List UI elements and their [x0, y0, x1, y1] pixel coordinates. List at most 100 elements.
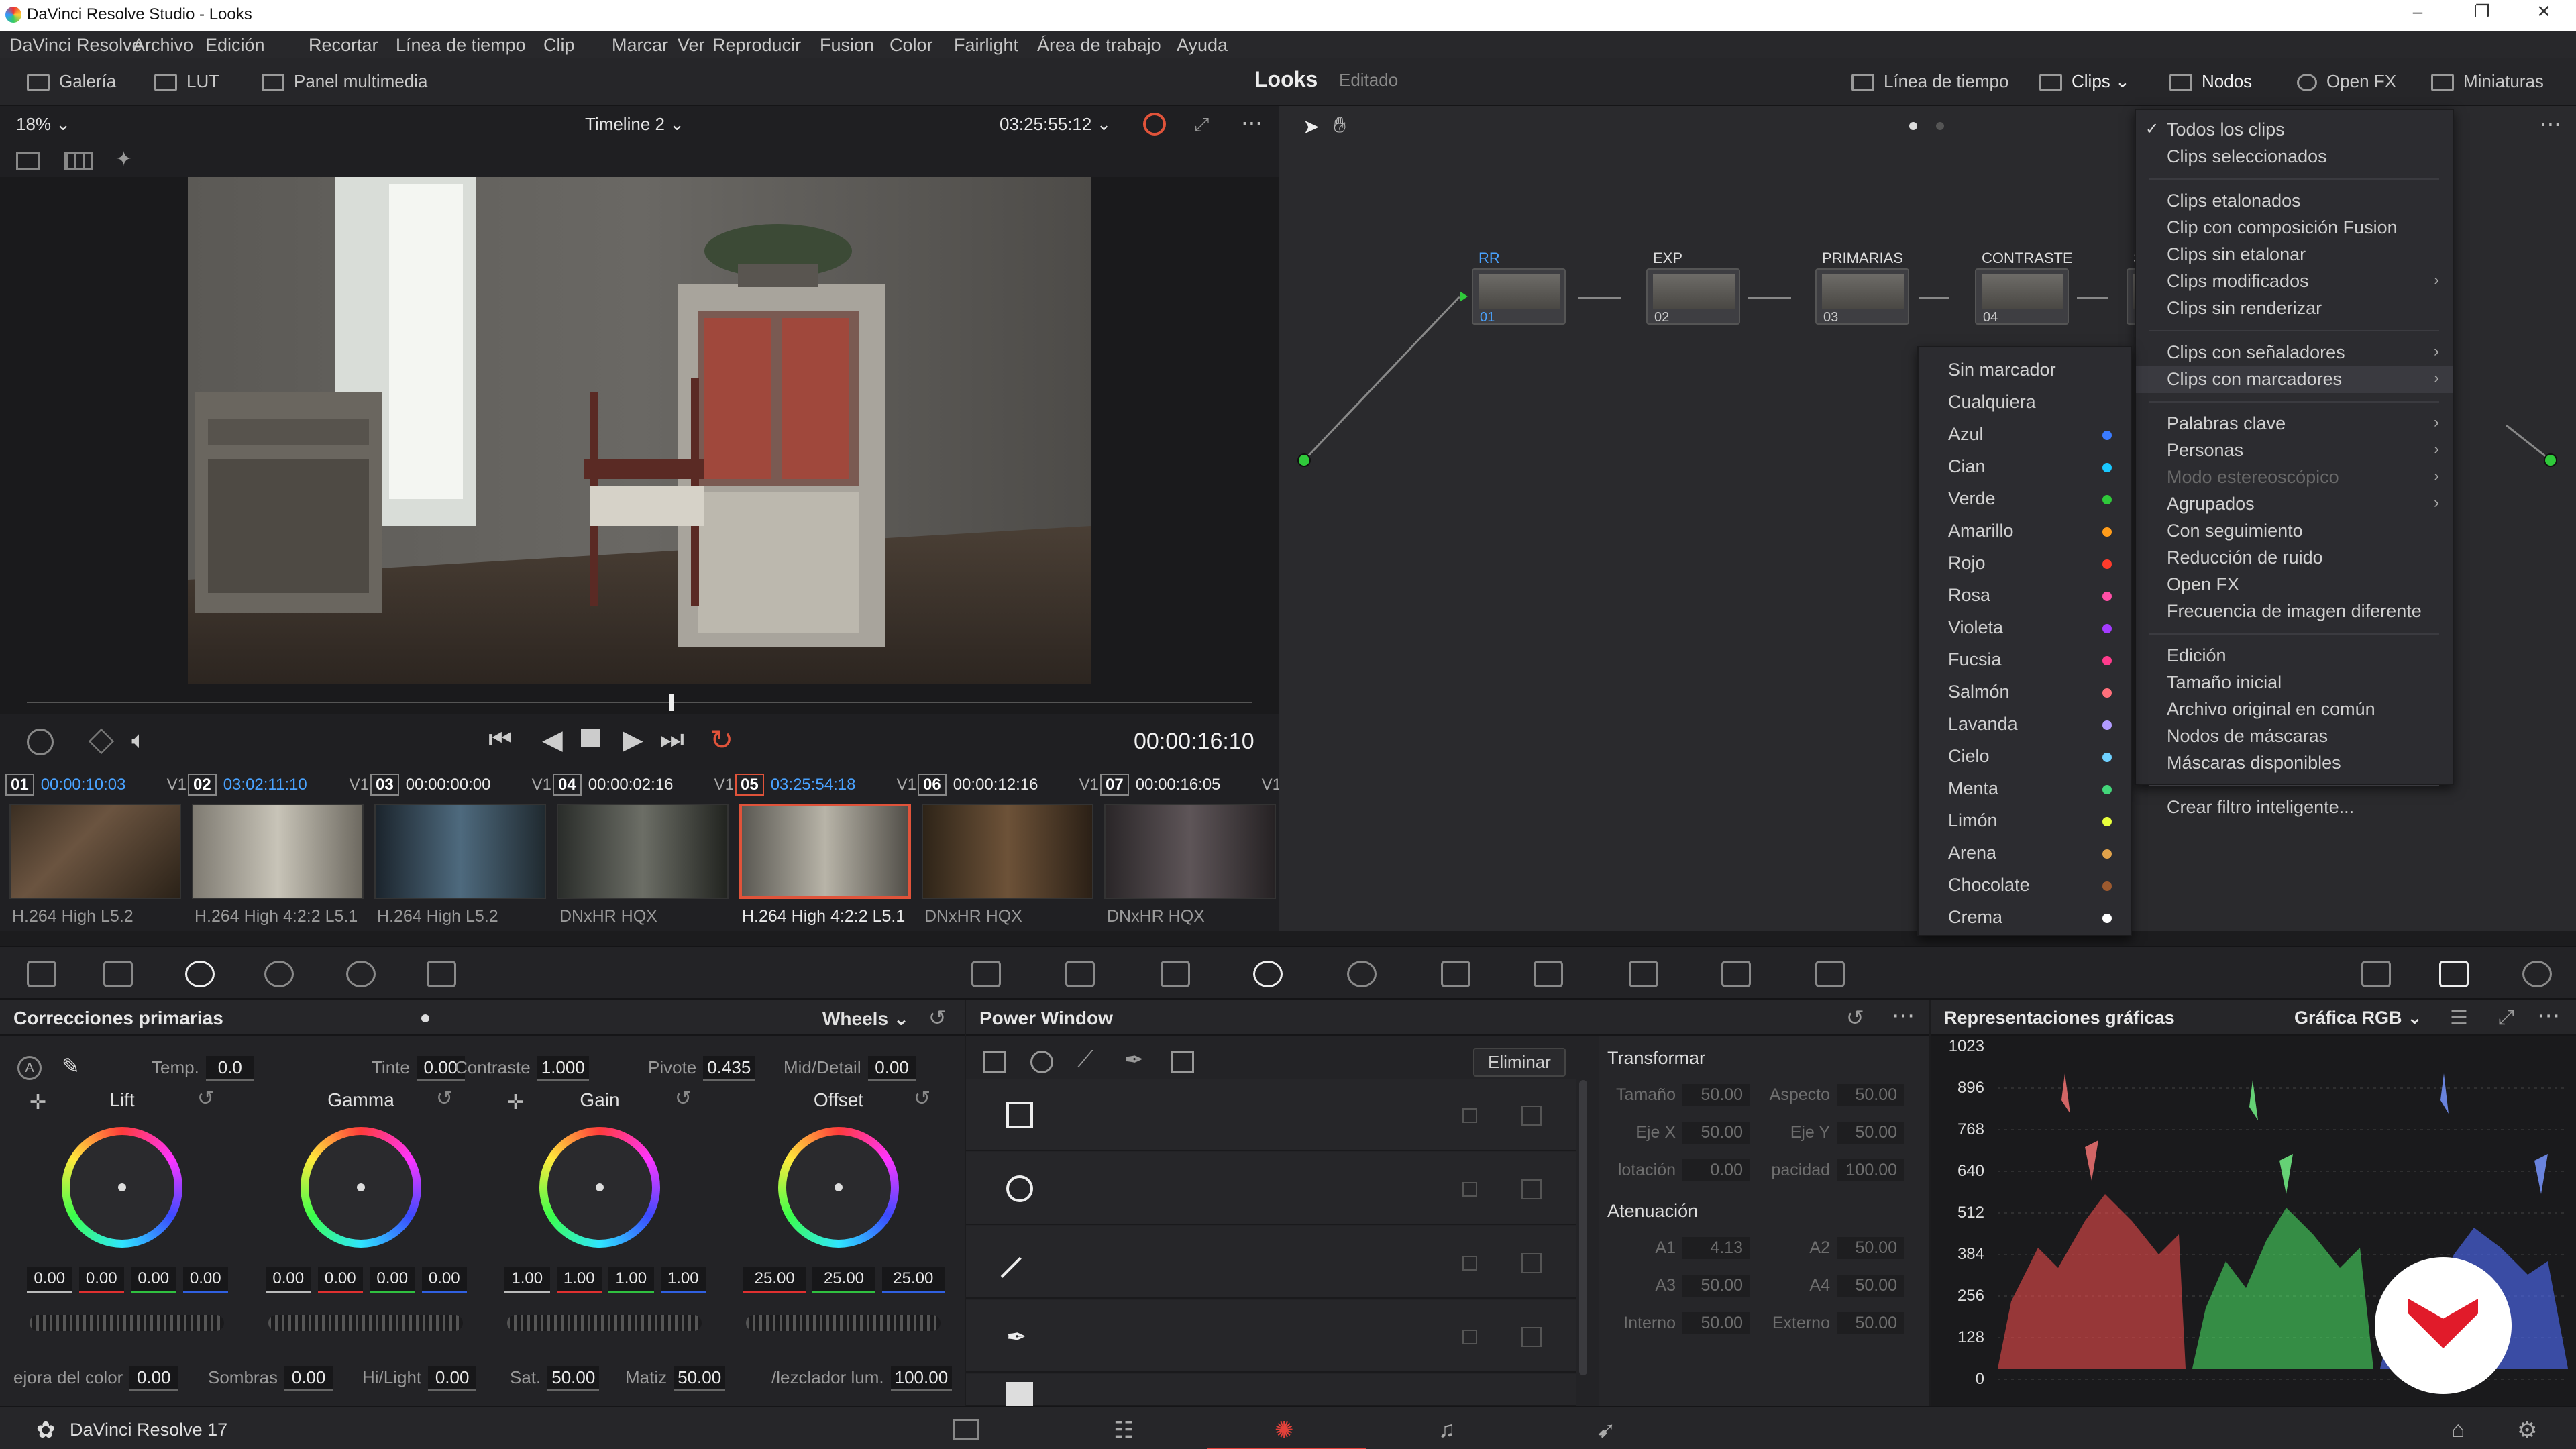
menu-item[interactable]: Frecuencia de imagen diferente: [2136, 598, 2453, 625]
param-value[interactable]: 0.00: [284, 1366, 333, 1391]
qualifier-icon[interactable]: [1161, 961, 1190, 987]
param-value[interactable]: 4.13: [1682, 1237, 1750, 1259]
node[interactable]: PRIMARIAS 03: [1815, 250, 1909, 325]
master-wheel[interactable]: [746, 1315, 941, 1331]
master-wheel[interactable]: [30, 1315, 224, 1331]
wheel-puck[interactable]: [118, 1183, 126, 1191]
color-page-tab[interactable]: ✺: [1208, 1407, 1366, 1449]
split-view-icon[interactable]: [64, 152, 93, 170]
menu-item[interactable]: Reproducir: [712, 35, 801, 56]
param-value[interactable]: 50.00: [1682, 1084, 1750, 1106]
param-value[interactable]: 50.00: [1837, 1275, 1904, 1297]
marker-option[interactable]: Lavanda: [1919, 710, 2131, 739]
zoom-select[interactable]: 18% ⌄: [16, 114, 70, 135]
go-to-end-icon[interactable]: ⏭: [660, 724, 684, 755]
reset-icon[interactable]: ↺: [436, 1087, 453, 1110]
go-to-start-icon[interactable]: ⏮: [488, 724, 513, 755]
clip-thumbnail[interactable]: 05 03:25:54:18 V1 H.264 High 4:2:2 L5.1: [735, 774, 916, 927]
param-value[interactable]: 50.00: [1837, 1237, 1904, 1259]
wheel-puck[interactable]: [835, 1183, 843, 1191]
param-value[interactable]: 0.00: [129, 1366, 178, 1391]
marker-option[interactable]: Rojo: [1919, 549, 2131, 578]
menu-item[interactable]: Clips modificados ›: [2136, 268, 2453, 295]
color-match-icon[interactable]: [103, 961, 133, 987]
add-curve-icon[interactable]: ✒︎: [1124, 1046, 1144, 1073]
media-page-icon[interactable]: [953, 1419, 979, 1440]
wheel-puck[interactable]: [357, 1183, 365, 1191]
magic-wand-icon[interactable]: ✦: [115, 148, 132, 171]
marker-option[interactable]: Fucsia: [1919, 645, 2131, 675]
clip-thumbnail[interactable]: 01 00:00:10:03 V1 H.264 High L5.2: [5, 774, 186, 927]
marker-option[interactable]: Cielo: [1919, 742, 2131, 771]
marker-option[interactable]: Crema: [1919, 903, 2131, 932]
menu-item[interactable]: Clips sin etalonar: [2136, 241, 2453, 268]
menu-item[interactable]: Clips etalonados: [2136, 188, 2453, 215]
menu-item[interactable]: Con seguimiento: [2136, 518, 2453, 545]
color-wheel[interactable]: [539, 1127, 660, 1248]
wheel-value[interactable]: 0.00: [27, 1267, 72, 1293]
menu-item[interactable]: Reducción de ruido: [2136, 545, 2453, 572]
color-wheel[interactable]: [301, 1127, 421, 1248]
volume-icon[interactable]: 🔈︎: [131, 726, 146, 755]
play-icon[interactable]: ▶: [623, 724, 643, 755]
clip-thumbnail[interactable]: 04 00:00:02:16 V1 DNxHR HQX: [553, 774, 734, 927]
reset-icon[interactable]: ↺: [197, 1087, 214, 1110]
param-value[interactable]: 100.00: [1837, 1159, 1904, 1181]
scopes-icon[interactable]: [2439, 961, 2469, 987]
wheel-value[interactable]: 0.00: [421, 1267, 467, 1293]
param-value[interactable]: 50.00: [674, 1366, 726, 1391]
single-view-icon[interactable]: [16, 152, 40, 170]
add-circle-icon[interactable]: [1030, 1051, 1053, 1073]
wheel-value[interactable]: 0.00: [131, 1267, 176, 1293]
lut-button[interactable]: LUT: [154, 71, 219, 92]
marker-option[interactable]: Amarillo: [1919, 517, 2131, 546]
wheel-value[interactable]: 25.00: [743, 1267, 806, 1293]
motion-effects-icon[interactable]: [427, 961, 456, 987]
clip-thumbnail[interactable]: 07 00:00:16:05 V1 DNxHR HQX: [1100, 774, 1281, 927]
menu-item[interactable]: Fairlight: [954, 35, 1018, 56]
menu-item[interactable]: Clip: [543, 35, 575, 56]
hdr-wheels-icon[interactable]: [264, 961, 294, 987]
param-value[interactable]: 0.00: [1682, 1159, 1750, 1181]
menu-item[interactable]: Crear filtro inteligente...: [2136, 794, 2453, 821]
marker-option[interactable]: Cian: [1919, 452, 2131, 482]
scrubber-bar[interactable]: [0, 687, 1279, 714]
menu-item[interactable]: Ayuda: [1177, 35, 1228, 56]
add-polygon-icon[interactable]: ⟋: [1077, 1046, 1093, 1073]
loop-icon[interactable]: ↻: [710, 723, 733, 756]
marker-option[interactable]: Rosa: [1919, 581, 2131, 610]
expand-icon[interactable]: ⤢: [2498, 1006, 2514, 1029]
invert-icon[interactable]: [1462, 1182, 1477, 1197]
wheel-value[interactable]: 1.00: [556, 1267, 602, 1293]
marker-option[interactable]: Salmón: [1919, 678, 2131, 707]
color-wheels-icon[interactable]: [185, 961, 215, 987]
gallery-button[interactable]: Galería: [27, 71, 116, 92]
param-value[interactable]: 50.00: [1837, 1122, 1904, 1144]
reset-icon[interactable]: ↺: [914, 1087, 930, 1110]
menu-item[interactable]: Open FX: [2136, 572, 2453, 598]
marker-option[interactable]: Cualquiera: [1919, 388, 2131, 417]
menu-item[interactable]: Marcar: [612, 35, 668, 56]
close-icon[interactable]: ✕: [2530, 1, 2557, 28]
add-gradient-icon[interactable]: [1171, 1051, 1194, 1073]
param-value[interactable]: 50.00: [1682, 1275, 1750, 1297]
timeline-toggle-button[interactable]: Línea de tiempo: [1851, 71, 2008, 92]
camera-raw-icon[interactable]: [27, 961, 56, 987]
menu-item[interactable]: Tamaño inicial: [2136, 669, 2453, 696]
wheel-value[interactable]: 1.00: [504, 1267, 550, 1293]
menu-item[interactable]: Fusion: [820, 35, 874, 56]
menu-item[interactable]: Clip con composición Fusion: [2136, 215, 2453, 241]
delete-window-button[interactable]: Eliminar: [1473, 1048, 1566, 1077]
param-value[interactable]: 50.00: [1837, 1312, 1904, 1334]
menu-item[interactable]: Línea de tiempo: [396, 35, 526, 56]
add-rectangle-icon[interactable]: [983, 1051, 1006, 1073]
marker-option[interactable]: Arena: [1919, 839, 2131, 868]
3d-icon[interactable]: [1815, 961, 1845, 987]
loop-mode-icon[interactable]: [1143, 113, 1166, 136]
magic-mask-icon[interactable]: [1441, 961, 1470, 987]
menu-item[interactable]: Personas ›: [2136, 437, 2453, 464]
marker-option[interactable]: Limón: [1919, 806, 2131, 836]
menu-item[interactable]: Clips seleccionados: [2136, 144, 2453, 170]
master-wheel[interactable]: [268, 1315, 463, 1331]
menu-item[interactable]: Recortar: [309, 35, 378, 56]
